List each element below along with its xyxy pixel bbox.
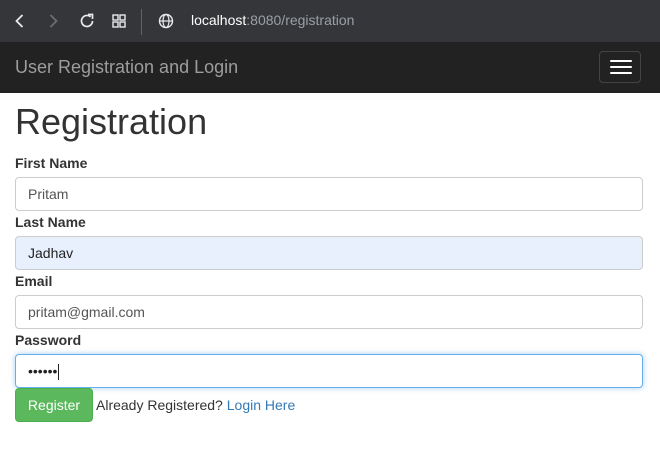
already-registered-text: Already Registered? Login Here xyxy=(96,397,295,413)
first-name-input[interactable]: Pritam xyxy=(15,177,643,211)
forward-icon[interactable] xyxy=(43,11,63,31)
hamburger-menu-icon xyxy=(610,60,632,62)
login-link[interactable]: Login Here xyxy=(227,397,296,413)
back-icon[interactable] xyxy=(10,11,30,31)
navbar-brand[interactable]: User Registration and Login xyxy=(15,57,238,78)
url-path: :8080/registration xyxy=(246,12,355,28)
browser-toolbar: localhost:8080/registration xyxy=(0,0,660,43)
apps-icon[interactable] xyxy=(109,11,129,31)
password-value: •••••• xyxy=(28,363,58,379)
register-button[interactable]: Register xyxy=(15,388,93,422)
password-label: Password xyxy=(15,332,82,348)
globe-icon[interactable] xyxy=(156,11,176,31)
first-name-label: First Name xyxy=(15,155,88,171)
page-title: Registration xyxy=(15,101,208,142)
password-input[interactable]: •••••• xyxy=(15,354,643,388)
email-input[interactable]: pritam@gmail.com xyxy=(15,295,643,329)
last-name-label: Last Name xyxy=(15,214,86,230)
hamburger-menu-icon-bar xyxy=(610,66,632,68)
last-name-input[interactable]: Jadhav xyxy=(15,236,643,270)
text-caret xyxy=(58,364,60,381)
email-label: Email xyxy=(15,273,53,289)
reload-icon[interactable] xyxy=(77,11,97,31)
toolbar-divider xyxy=(141,9,142,35)
already-registered-label: Already Registered? xyxy=(96,397,223,413)
navbar: User Registration and Login xyxy=(0,42,660,93)
hamburger-menu-icon-bar xyxy=(610,72,632,74)
navbar-toggle-button[interactable] xyxy=(599,51,641,83)
url-host: localhost xyxy=(191,12,247,28)
address-bar[interactable]: localhost:8080/registration xyxy=(191,12,354,28)
